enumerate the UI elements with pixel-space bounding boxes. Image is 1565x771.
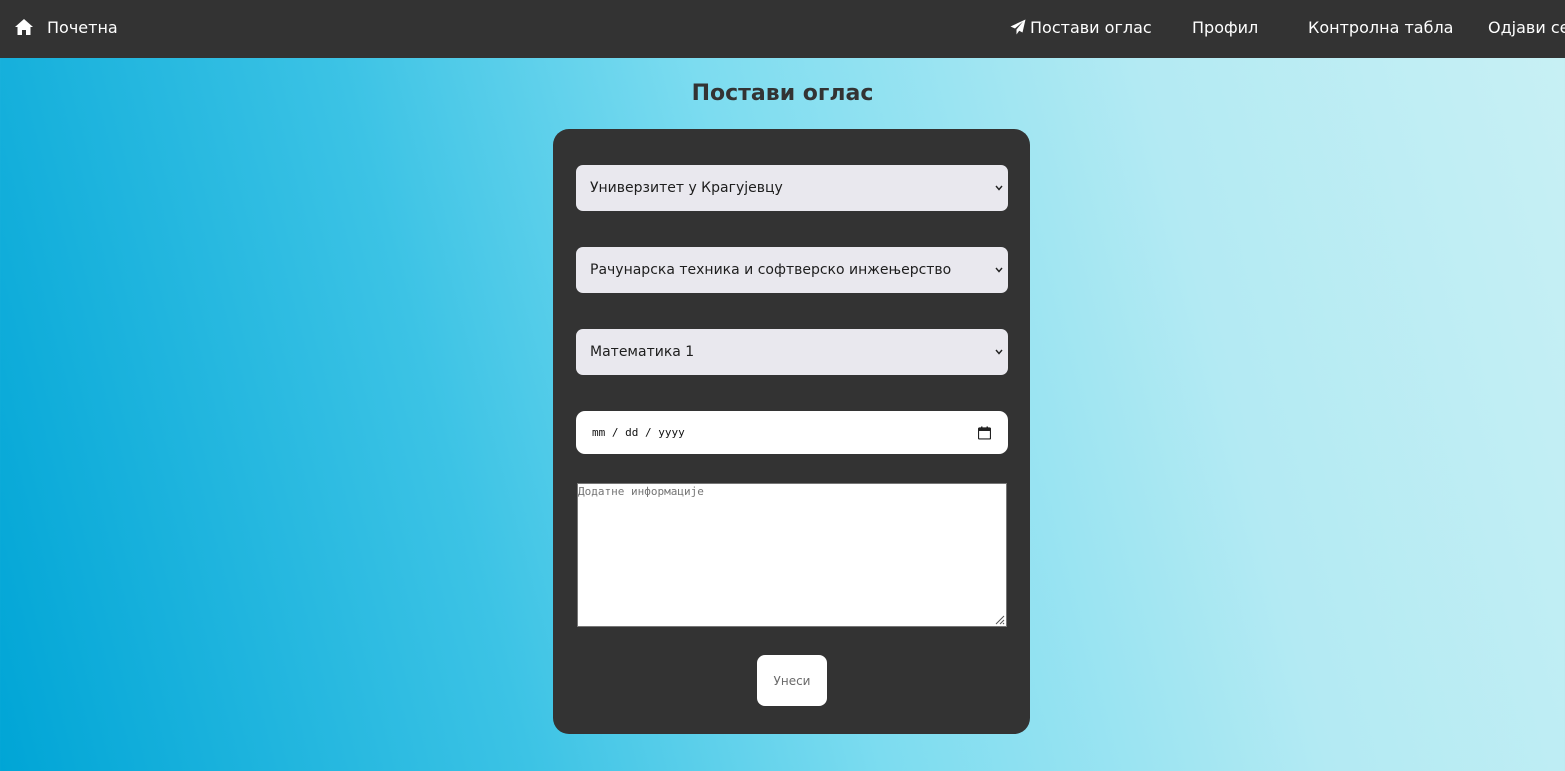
post-ad-form: Универзитет у Крагујевцу Рачунарска техн… xyxy=(553,129,1030,734)
page-title: Постави оглас xyxy=(691,81,874,106)
chevron-down-icon xyxy=(995,349,1003,355)
subject-select-value: Математика 1 xyxy=(590,344,695,360)
chevron-down-icon xyxy=(995,185,1003,191)
calendar-icon[interactable] xyxy=(978,426,991,439)
department-select[interactable]: Рачунарска техника и софтверско инжењерс… xyxy=(576,247,1008,293)
additional-info-placeholder: Додатне информације xyxy=(578,485,704,498)
chevron-down-icon xyxy=(995,267,1003,273)
resize-grip-icon[interactable] xyxy=(993,613,1005,625)
nav-dashboard-label: Контролна табла xyxy=(1308,17,1454,37)
nav-post-ad-link[interactable]: Постави оглас xyxy=(1010,0,1152,54)
department-select-value: Рачунарска техника и софтверско инжењерс… xyxy=(590,262,952,278)
university-select[interactable]: Универзитет у Крагујевцу xyxy=(576,165,1008,211)
nav-logout-link[interactable]: Одјави се xyxy=(1488,0,1565,54)
additional-info-textarea[interactable]: Додатне информације xyxy=(577,483,1007,627)
home-icon xyxy=(14,18,34,36)
nav-profile-label: Профил xyxy=(1192,17,1259,37)
nav-logout-label: Одјави се xyxy=(1488,17,1565,37)
nav-dashboard-link[interactable]: Контролна табла xyxy=(1308,0,1453,54)
subject-select[interactable]: Математика 1 xyxy=(576,329,1008,375)
nav-home-link[interactable]: Почетна xyxy=(14,0,118,54)
submit-button[interactable]: Унеси xyxy=(757,655,827,706)
university-select-value: Универзитет у Крагујевцу xyxy=(590,180,783,196)
nav-profile-link[interactable]: Профил xyxy=(1192,0,1258,54)
date-input[interactable]: mm / dd / yyyy xyxy=(576,411,1008,454)
nav-home-label: Почетна xyxy=(47,17,118,37)
top-navbar: Почетна Постави оглас Профил Контролна т… xyxy=(0,0,1565,58)
paper-plane-icon xyxy=(1010,19,1030,35)
nav-post-ad-label: Постави оглас xyxy=(1030,17,1152,37)
date-input-placeholder: mm / dd / yyyy xyxy=(592,426,685,439)
